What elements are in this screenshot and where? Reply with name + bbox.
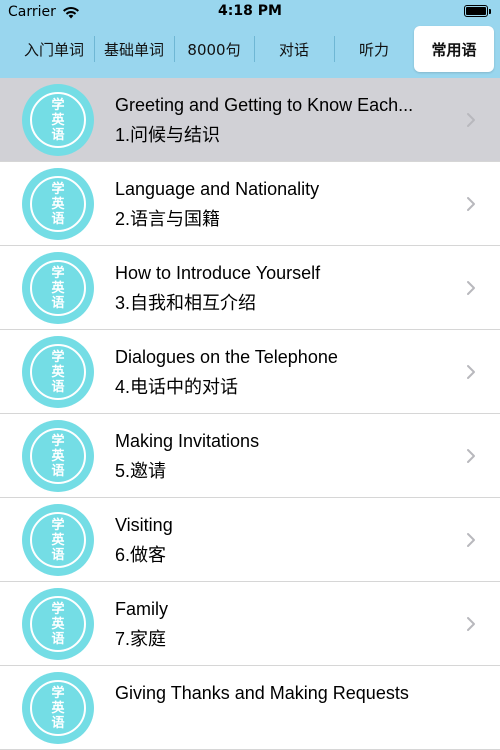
lesson-list: 学英语 Greeting and Getting to Know Each...… [0, 78, 500, 750]
item-title: Making Invitations [115, 431, 260, 451]
study-english-icon: 学英语 [22, 504, 94, 576]
item-subtitle: 5.邀请 [115, 461, 167, 481]
item-title: Giving Thanks and Making Requests [115, 683, 409, 703]
item-title: Language and Nationality [115, 179, 320, 199]
status-bar: Carrier 4:18 PM [0, 0, 500, 24]
chevron-right-icon [467, 113, 475, 127]
item-title: Family [115, 599, 168, 619]
item-subtitle: 2.语言与国籍 [115, 209, 221, 229]
item-subtitle: 7.家庭 [115, 629, 167, 649]
study-english-icon: 学英语 [22, 252, 94, 324]
chevron-right-icon [467, 449, 475, 463]
category-tabs: 入门单词 基础单词 8000句 对话 听力 常用语 [14, 24, 494, 74]
item-title: Greeting and Getting to Know Each... [115, 95, 414, 115]
list-item[interactable]: 学英语 Family 7.家庭 [0, 582, 500, 666]
chevron-right-icon [467, 617, 475, 631]
item-subtitle: 4.电话中的对话 [115, 377, 239, 397]
list-item[interactable]: 学英语 Dialogues on the Telephone 4.电话中的对话 [0, 330, 500, 414]
chevron-right-icon [467, 365, 475, 379]
list-item[interactable]: 学英语 Making Invitations 5.邀请 [0, 414, 500, 498]
item-title: Visiting [115, 515, 173, 535]
tab-basic-words[interactable]: 基础单词 [94, 24, 174, 74]
tab-dialogues[interactable]: 对话 [254, 24, 334, 74]
chevron-right-icon [467, 281, 475, 295]
chevron-right-icon [467, 533, 475, 547]
study-english-icon: 学英语 [22, 420, 94, 492]
study-english-icon: 学英语 [22, 336, 94, 408]
tab-beginner-words[interactable]: 入门单词 [14, 24, 94, 74]
tab-8000-sentences[interactable]: 8000句 [174, 24, 254, 74]
item-subtitle: 1.问候与结识 [115, 125, 221, 145]
list-item[interactable]: 学英语 Greeting and Getting to Know Each...… [0, 78, 500, 162]
study-english-icon: 学英语 [22, 168, 94, 240]
tab-listening[interactable]: 听力 [334, 24, 414, 74]
list-item[interactable]: 学英语 Visiting 6.做客 [0, 498, 500, 582]
study-english-icon: 学英语 [22, 588, 94, 660]
list-item[interactable]: 学英语 Language and Nationality 2.语言与国籍 [0, 162, 500, 246]
status-time: 4:18 PM [218, 3, 282, 19]
item-title: Dialogues on the Telephone [115, 347, 338, 367]
study-english-icon: 学英语 [22, 672, 94, 744]
item-subtitle: 3.自我和相互介绍 [115, 293, 257, 313]
item-subtitle: 6.做客 [115, 545, 167, 565]
battery-icon [464, 5, 494, 19]
list-item[interactable]: 学英语 How to Introduce Yourself 3.自我和相互介绍 [0, 246, 500, 330]
list-item[interactable]: 学英语 Giving Thanks and Making Requests [0, 666, 500, 750]
chevron-right-icon [467, 197, 475, 211]
tab-common-phrases[interactable]: 常用语 [414, 26, 494, 72]
item-title: How to Introduce Yourself [115, 263, 321, 283]
header: Carrier 4:18 PM 入门单词 基础单词 8000句 对话 听力 常用… [0, 0, 500, 78]
study-english-icon: 学英语 [22, 84, 94, 156]
